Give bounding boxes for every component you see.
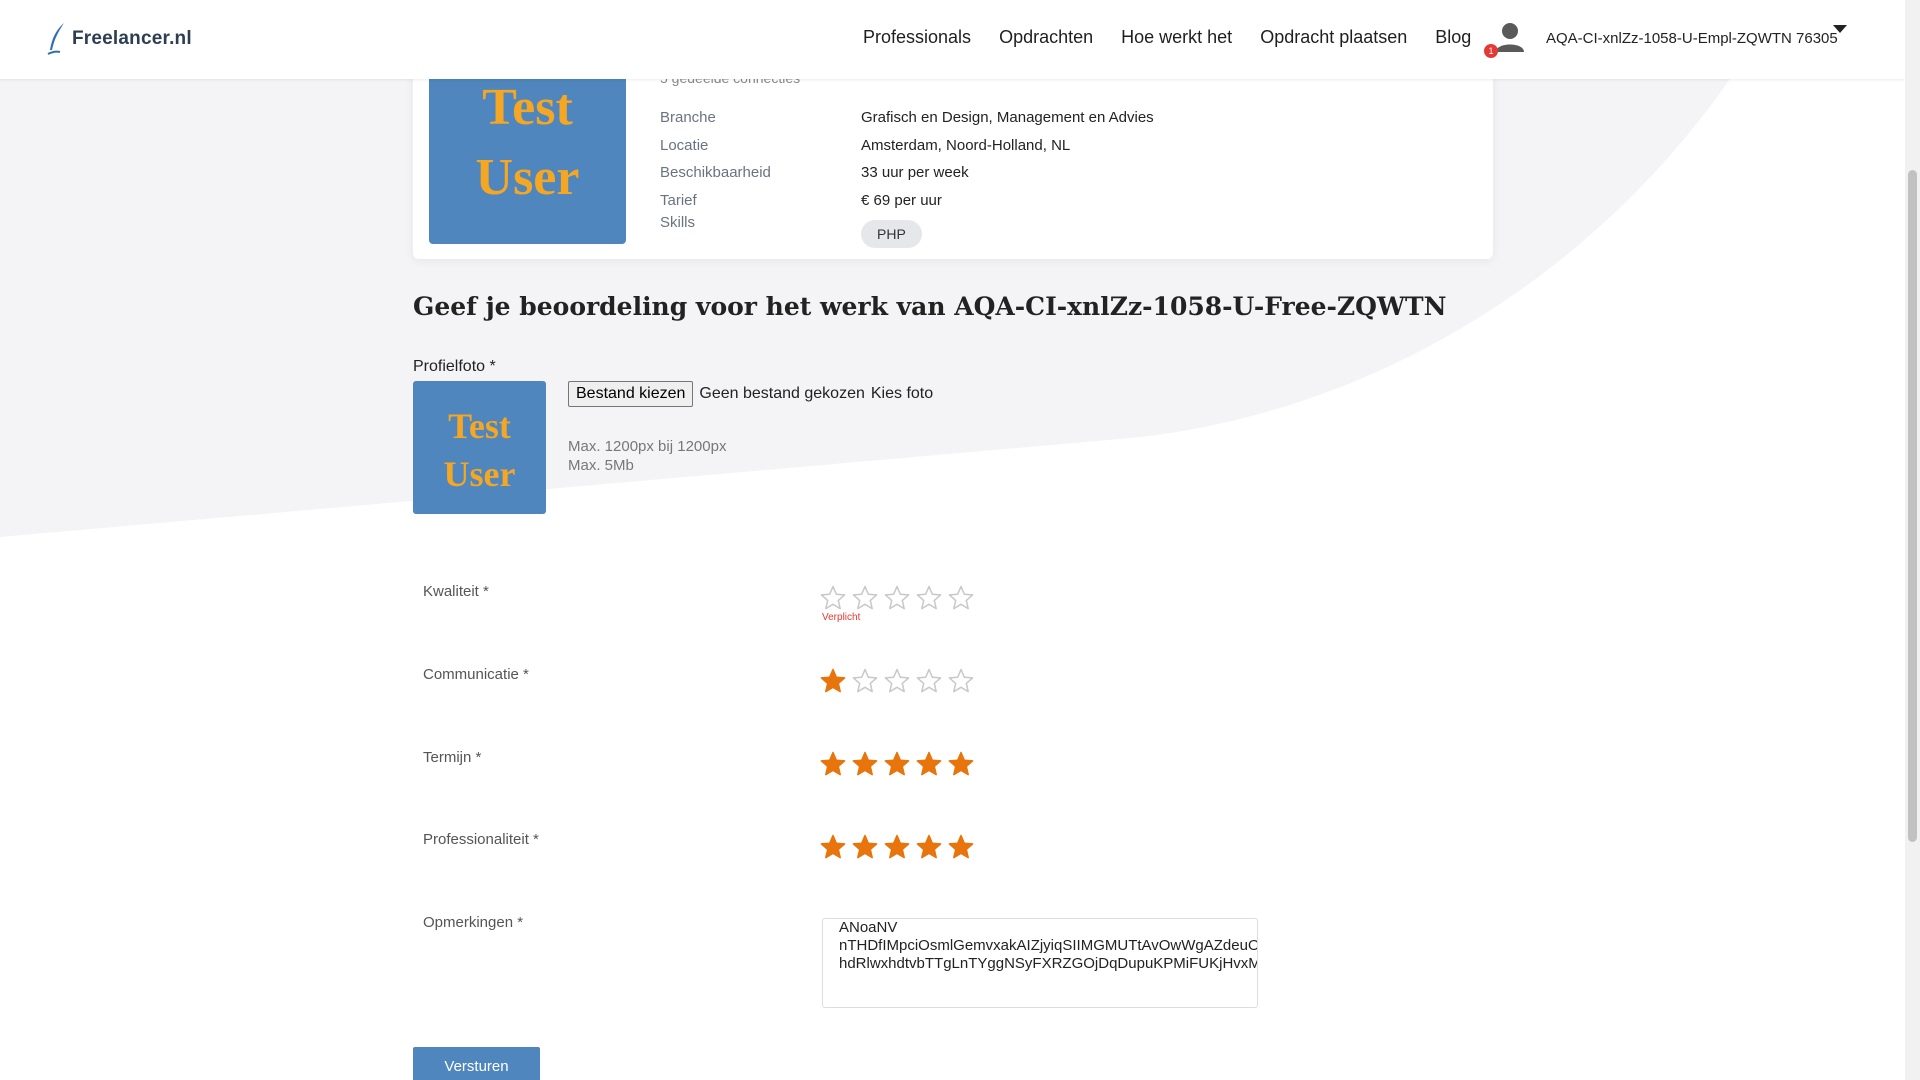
star-empty-icon[interactable]: [916, 668, 942, 694]
info-label: Skills: [660, 214, 696, 231]
star-empty-icon[interactable]: [852, 585, 878, 611]
submit-button[interactable]: Versturen: [413, 1047, 540, 1080]
star-filled-icon[interactable]: [852, 751, 878, 777]
profile-photo-preview: Test User: [413, 381, 546, 514]
scrollbar[interactable]: [1905, 0, 1920, 1080]
rating-stars-kwaliteit[interactable]: [820, 585, 974, 611]
file-status: Geen bestand gekozen: [699, 385, 865, 402]
profile-info: Branche Grafisch en Design, Management e…: [660, 104, 1154, 248]
star-empty-icon[interactable]: [916, 585, 942, 611]
top-header: Freelancer.nl Professionals Opdrachten H…: [0, 0, 1905, 79]
info-value: 33 uur per week: [861, 164, 969, 182]
info-row-skills: Skills PHP: [660, 214, 1154, 248]
nav-opdrachten[interactable]: Opdrachten: [999, 27, 1093, 48]
user-name[interactable]: AQA-CI-xnlZz-1058-U-Empl-ZQWTN 76305: [1546, 30, 1838, 47]
choose-file-button[interactable]: Bestand kiezen: [568, 381, 694, 407]
page: Freelancer.nl Professionals Opdrachten H…: [0, 0, 1920, 1080]
rating-stars-termijn[interactable]: [820, 751, 974, 777]
upload-hint: Max. 1200px bij 1200px Max. 5Mb: [568, 437, 726, 475]
info-label: Beschikbaarheid: [660, 164, 771, 182]
nav-professionals[interactable]: Professionals: [863, 27, 971, 48]
chevron-down-icon[interactable]: [1832, 24, 1848, 34]
brand-logo[interactable]: Freelancer.nl: [46, 22, 192, 56]
info-value: Grafisch en Design, Management en Advies: [861, 109, 1154, 127]
photo-text-line1: Test: [448, 406, 511, 446]
star-empty-icon[interactable]: [948, 585, 974, 611]
feather-logo-icon: [47, 23, 64, 55]
hint-dimensions: Max. 1200px bij 1200px: [568, 438, 727, 455]
hint-size: Max. 5Mb: [568, 457, 634, 474]
star-filled-icon[interactable]: [852, 834, 878, 860]
notification-badge: 1: [1484, 44, 1498, 58]
nav-hoe-werkt-het[interactable]: Hoe werkt het: [1121, 27, 1232, 48]
brand-name: Freelancer.nl: [72, 28, 192, 49]
star-empty-icon[interactable]: [948, 668, 974, 694]
rating-label-professionaliteit: Professionaliteit *: [423, 831, 539, 848]
star-empty-icon[interactable]: [884, 585, 910, 611]
info-label: Tarief: [660, 191, 697, 209]
photo-text-line2: User: [443, 454, 516, 494]
file-upload: Bestand kiezen Geen bestand gekozen Kies…: [568, 381, 933, 407]
rating-label-communicatie: Communicatie *: [423, 666, 529, 683]
scrollbar-thumb[interactable]: [1908, 170, 1917, 842]
star-filled-icon[interactable]: [820, 668, 846, 694]
star-empty-icon[interactable]: [884, 668, 910, 694]
info-row-locatie: Locatie Amsterdam, Noord-Holland, NL: [660, 132, 1154, 160]
photo-text-line2: User: [475, 149, 580, 206]
required-message: Verplicht: [822, 612, 861, 623]
star-filled-icon[interactable]: [916, 834, 942, 860]
remarks-textarea[interactable]: ANoaNV nTHDfIMpciOsmlGemvxakAIZjyiqSIIMG…: [822, 918, 1258, 1008]
star-filled-icon[interactable]: [884, 834, 910, 860]
info-value: € 69 per uur: [861, 191, 942, 209]
profile-photo-label: Profielfoto *: [413, 358, 496, 375]
info-row-tarief: Tarief € 69 per uur: [660, 187, 1154, 215]
star-filled-icon[interactable]: [820, 834, 846, 860]
nav-blog[interactable]: Blog: [1435, 27, 1471, 48]
star-filled-icon[interactable]: [820, 751, 846, 777]
star-empty-icon[interactable]: [820, 585, 846, 611]
star-filled-icon[interactable]: [948, 751, 974, 777]
info-value: Amsterdam, Noord-Holland, NL: [861, 136, 1071, 154]
rating-stars-professionaliteit[interactable]: [820, 834, 974, 860]
star-filled-icon[interactable]: [948, 834, 974, 860]
star-filled-icon[interactable]: [916, 751, 942, 777]
rating-stars-communicatie[interactable]: [820, 668, 974, 694]
photo-text-line1: Test: [482, 79, 573, 136]
info-label: Locatie: [660, 136, 709, 154]
main-nav: Professionals Opdrachten Hoe werkt het O…: [863, 27, 1471, 48]
rating-label-termijn: Termijn *: [423, 749, 482, 766]
info-row-branche: Branche Grafisch en Design, Management e…: [660, 104, 1154, 132]
avatar[interactable]: 1: [1484, 16, 1532, 60]
skill-chip: PHP: [861, 220, 922, 248]
nav-opdracht-plaatsen[interactable]: Opdracht plaatsen: [1260, 27, 1407, 48]
star-empty-icon[interactable]: [852, 668, 878, 694]
info-row-beschikbaarheid: Beschikbaarheid 33 uur per week: [660, 159, 1154, 187]
info-label: Branche: [660, 109, 716, 127]
choose-photo-link[interactable]: Kies foto: [871, 385, 933, 403]
remarks-label: Opmerkingen *: [423, 914, 524, 931]
star-filled-icon[interactable]: [884, 751, 910, 777]
rating-label-kwaliteit: Kwaliteit *: [423, 583, 489, 600]
review-title: Geef je beoordeling voor het werk van AQ…: [413, 292, 1447, 321]
user-menu[interactable]: 1 AQA-CI-xnlZz-1058-U-Empl-ZQWTN 76305: [1484, 16, 1838, 60]
